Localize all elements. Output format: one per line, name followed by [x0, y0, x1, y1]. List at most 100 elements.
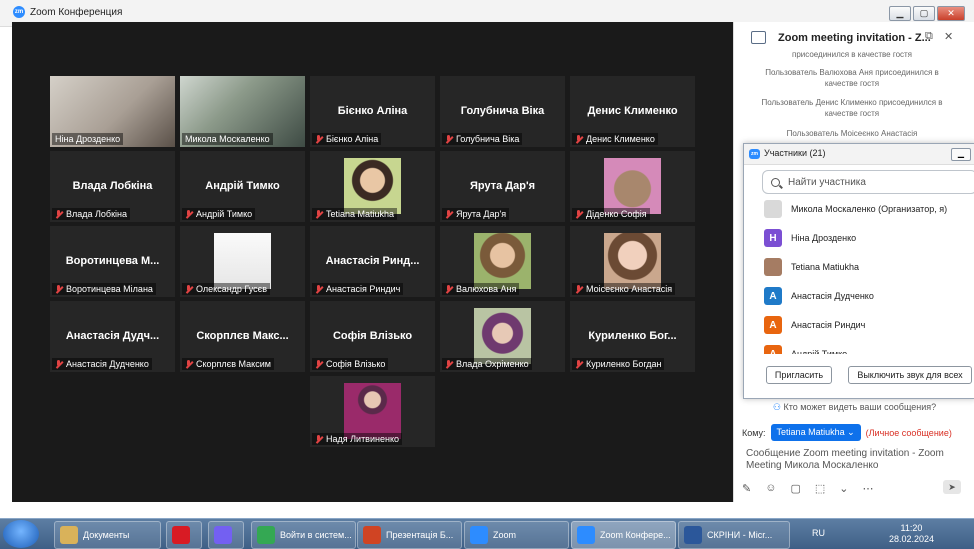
- muted-mic-icon: [185, 209, 193, 219]
- participant-tile[interactable]: Андрій Тимко Андрій Тимко: [180, 151, 305, 222]
- file-icon[interactable]: ▢: [790, 482, 800, 495]
- participant-tile[interactable]: Денис Клименко Денис Клименко: [570, 76, 695, 147]
- zoom-icon: [470, 526, 488, 544]
- participant-name-label: Діденко Софія: [572, 208, 650, 220]
- participant-name: Анастасія Дудченко: [66, 359, 149, 369]
- participant-tile[interactable]: Tetiana Matiukha: [310, 151, 435, 222]
- participant-name: Андрій Тимко: [196, 209, 253, 219]
- recipient-select[interactable]: Tetiana Matiukha ⌄: [770, 424, 861, 441]
- taskbar-item[interactable]: Zoom Конфере...: [571, 521, 676, 549]
- taskbar-item[interactable]: Документы: [54, 521, 161, 549]
- participant-name: Куриленко Богдан: [586, 359, 662, 369]
- participant-name-label: Tetiana Matiukha: [312, 208, 398, 220]
- participant-list-name: Tetiana Matiukha: [791, 262, 860, 272]
- people-icon: ⚇: [772, 402, 781, 412]
- participant-tile[interactable]: Надя Литвиненко: [310, 376, 435, 447]
- participant-list-name: Анастасія Дудченко: [791, 291, 874, 301]
- taskbar-item[interactable]: [208, 521, 244, 549]
- taskbar-item[interactable]: Презентація Б...: [357, 521, 462, 549]
- format-icon[interactable]: ✎: [742, 482, 751, 495]
- muted-mic-icon: [575, 359, 583, 369]
- participant-list-item[interactable]: А Андрій Тимко: [764, 344, 847, 354]
- clock[interactable]: 11:20 28.02.2024: [889, 523, 934, 545]
- chat-title: Zoom meeting invitation - Z...: [778, 32, 931, 44]
- taskbar-item[interactable]: СКРІНИ - Micr...: [678, 521, 790, 549]
- invite-button[interactable]: Пригласить: [766, 366, 832, 384]
- windows-start-button[interactable]: [3, 520, 39, 548]
- taskbar-item-label: Zoom: [493, 530, 517, 540]
- screenshot-icon[interactable]: ⬚: [815, 482, 825, 495]
- emoji-icon[interactable]: ☺: [765, 482, 776, 494]
- minimize-participants-button[interactable]: ▁: [951, 148, 971, 161]
- muted-mic-icon: [55, 284, 63, 294]
- language-indicator[interactable]: RU: [812, 528, 825, 538]
- participants-list: Микола Москаленко (Организатор, я) Н Ніна …: [744, 196, 974, 354]
- gallery-view: Ніна Дрозденко Микола Москаленко Бієнко Ал…: [12, 22, 733, 502]
- participant-list-avatar: А: [764, 345, 782, 354]
- participant-tile[interactable]: Олександр Гусєв: [180, 226, 305, 297]
- participant-avatar: [604, 233, 661, 289]
- participant-avatar: [344, 158, 401, 214]
- participant-list-item[interactable]: Н Ніна Дрозденко: [764, 228, 856, 248]
- chevron-down-icon[interactable]: ⌄: [839, 482, 848, 495]
- minimize-button[interactable]: ▁: [889, 6, 911, 21]
- taskbar-item[interactable]: [166, 521, 202, 549]
- participant-list-item[interactable]: Tetiana Matiukha: [764, 257, 859, 277]
- participant-display-name: Анастасія Ринд...: [325, 255, 420, 267]
- participant-tile[interactable]: Влада Лобкіна Влада Лобкіна: [50, 151, 175, 222]
- word-icon: [684, 526, 702, 544]
- participant-tile[interactable]: Валюхова Аня: [440, 226, 565, 297]
- participants-title: Участники (21): [764, 148, 826, 158]
- taskbar-item[interactable]: Войти в систем...: [251, 521, 356, 549]
- participant-search[interactable]: Найти участника: [762, 170, 974, 194]
- participant-tile[interactable]: Діденко Софія: [570, 151, 695, 222]
- participant-tile[interactable]: Микола Москаленко: [180, 76, 305, 147]
- zoom-window: zm Zoom Конференция ▁ ▢ ✕ Ніна Дрозденко…: [0, 0, 974, 520]
- muted-mic-icon: [445, 134, 453, 144]
- participant-list-item[interactable]: А Анастасія Риндич: [764, 315, 865, 335]
- participant-avatar: [474, 233, 531, 289]
- maximize-button[interactable]: ▢: [913, 6, 935, 21]
- folder-icon: [60, 526, 78, 544]
- participant-display-name: Анастасія Дудч...: [65, 330, 160, 342]
- participant-tile[interactable]: Воротинцева М... Воротинцева Мілана: [50, 226, 175, 297]
- participant-tile[interactable]: Моісеєнко Анастасія: [570, 226, 695, 297]
- participant-list-name: Ніна Дрозденко: [791, 233, 857, 243]
- participant-list-item[interactable]: А Анастасія Дудченко: [764, 286, 874, 306]
- zoom-icon: [577, 526, 595, 544]
- participant-tile[interactable]: Голубнича Віка Голубнича Віка: [440, 76, 565, 147]
- taskbar-item-label: Zoom Конфере...: [600, 530, 671, 540]
- participant-tile[interactable]: Анастасія Дудч... Анастасія Дудченко: [50, 301, 175, 372]
- participant-name: Ніна Дрозденко: [55, 134, 121, 144]
- muted-mic-icon: [445, 359, 453, 369]
- participant-tile[interactable]: Влада Охріменко: [440, 301, 565, 372]
- participant-list-avatar: А: [764, 316, 782, 334]
- participant-name: Бієнко Аліна: [326, 134, 379, 144]
- participant-display-name: Бієнко Аліна: [337, 105, 408, 117]
- participant-avatar: [344, 383, 401, 439]
- participant-display-name: Куриленко Бог...: [588, 330, 677, 342]
- participant-name: Воротинцева Мілана: [66, 284, 153, 294]
- pop-out-icon[interactable]: ⧉: [925, 30, 933, 43]
- participant-tile[interactable]: Софія Влізько Софія Влізько: [310, 301, 435, 372]
- participant-list-item[interactable]: Микола Москаленко (Организатор, я): [764, 199, 947, 219]
- mute-all-button[interactable]: Выключить звук для всех: [848, 366, 972, 384]
- participant-tile[interactable]: Скорплєв Макс... Скорплєв Максим: [180, 301, 305, 372]
- participant-tile[interactable]: Анастасія Ринд... Анастасія Риндич: [310, 226, 435, 297]
- taskbar-item[interactable]: Zoom: [464, 521, 569, 549]
- close-chat-button[interactable]: ✕: [944, 30, 953, 43]
- chat-input[interactable]: Сообщение Zoom meeting invitation - Zoom…: [746, 448, 956, 472]
- participant-tile[interactable]: Ніна Дрозденко: [50, 76, 175, 147]
- participant-name-label: Анастасія Дудченко: [52, 358, 152, 370]
- participant-name-label: Валюхова Аня: [442, 283, 520, 295]
- send-button[interactable]: ➤: [943, 480, 961, 494]
- participant-tile[interactable]: Ярута Дар'я Ярута Дар'я: [440, 151, 565, 222]
- more-icon[interactable]: ⋯: [862, 482, 873, 495]
- participant-tile[interactable]: Куриленко Бог... Куриленко Богдан: [570, 301, 695, 372]
- participant-list-avatar: А: [764, 287, 782, 305]
- close-button[interactable]: ✕: [937, 6, 965, 21]
- participant-list-avatar: [764, 200, 782, 218]
- who-can-see-link[interactable]: ⚇ Кто может видеть ваши сообщения?: [734, 402, 974, 413]
- chat-system-message: Пользователь Моісеєнко Анастасія: [786, 129, 918, 138]
- participant-tile[interactable]: Бієнко Аліна Бієнко Аліна: [310, 76, 435, 147]
